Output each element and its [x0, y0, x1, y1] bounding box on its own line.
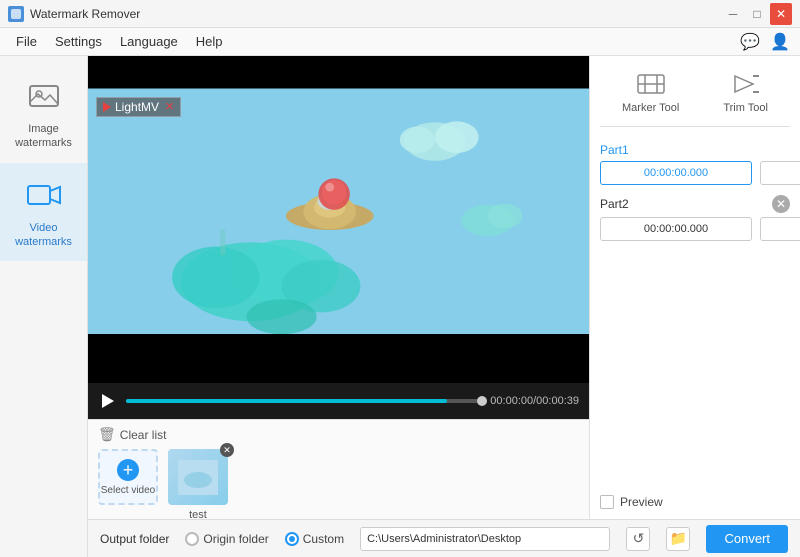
progress-thumb — [477, 396, 487, 406]
close-button[interactable]: ✕ — [770, 3, 792, 25]
menubar: File Settings Language Help 💬 👤 — [0, 28, 800, 56]
trash-icon: 🗑 — [98, 426, 116, 443]
video-thumbnail-test: ✕ test — [168, 449, 228, 505]
part1-name: Part1 — [600, 143, 629, 157]
watermark-text: LightMV — [115, 100, 159, 114]
titlebar-left: Watermark Remover — [8, 6, 140, 22]
custom-label: Custom — [303, 532, 344, 546]
video-thumb-close-button[interactable]: ✕ — [220, 443, 234, 457]
video-frame: LightMV ✕ — [88, 56, 589, 383]
play-icon — [102, 394, 114, 408]
clear-list-label: Clear list — [120, 428, 167, 442]
user-icon-button[interactable]: 👤 — [768, 30, 792, 54]
thumb-preview-svg — [178, 460, 218, 495]
sidebar-item-image-watermarks[interactable]: Image watermarks — [0, 64, 87, 163]
menu-language[interactable]: Language — [112, 30, 186, 53]
app-title: Watermark Remover — [30, 7, 140, 21]
output-folder-label: Output folder — [100, 532, 169, 546]
parts-list: Part1 Part2 ✕ — [600, 143, 790, 483]
part2-label: Part2 ✕ — [600, 195, 790, 213]
content-area: LightMV ✕ 00:00:00/00:00 — [88, 56, 800, 557]
menubar-items: File Settings Language Help — [8, 30, 231, 53]
menu-settings[interactable]: Settings — [47, 30, 110, 53]
video-section: LightMV ✕ 00:00:00/00:00 — [88, 56, 590, 519]
add-icon: + — [117, 459, 139, 481]
clear-list-button[interactable]: 🗑 Clear list — [98, 426, 166, 443]
files-row: + Select video — [98, 449, 579, 505]
preview-row: Preview — [600, 495, 790, 509]
watermark-play-icon — [103, 102, 111, 112]
image-watermarks-icon — [24, 76, 64, 116]
part-row-2: Part2 ✕ — [600, 195, 790, 241]
marker-tool-icon — [635, 70, 667, 98]
add-video-button[interactable]: + Select video — [98, 449, 158, 505]
part2-delete-button[interactable]: ✕ — [772, 195, 790, 213]
trim-tool-icon — [730, 70, 762, 98]
browse-button[interactable]: 📁 — [666, 527, 690, 551]
chat-icon-button[interactable]: 💬 — [738, 30, 762, 54]
app-icon — [8, 6, 24, 22]
main-layout: Image watermarks Video watermarks — [0, 56, 800, 557]
video-player: LightMV ✕ — [88, 56, 589, 383]
output-path-input[interactable] — [360, 527, 610, 551]
watermark-overlay: LightMV ✕ — [96, 97, 181, 117]
playback-controls: 00:00:00/00:00:39 — [88, 383, 589, 419]
progress-track[interactable] — [126, 399, 482, 403]
watermark-close-icon: ✕ — [165, 100, 174, 113]
tab-marker-tool[interactable]: Marker Tool — [610, 66, 691, 118]
minimize-button[interactable]: ─ — [722, 3, 744, 25]
trim-tool-label: Trim Tool — [723, 102, 768, 114]
clear-list-row: 🗑 Clear list — [98, 426, 579, 443]
video-thumb-preview — [168, 449, 228, 505]
sidebar-item-video-watermarks-label: Video watermarks — [8, 221, 79, 250]
preview-checkbox[interactable] — [600, 495, 614, 509]
part2-start-input[interactable] — [600, 217, 752, 241]
video-thumb-name: test — [168, 509, 228, 521]
window-controls: ─ □ ✕ — [722, 3, 792, 25]
preview-label: Preview — [620, 495, 663, 509]
origin-folder-label: Origin folder — [203, 532, 268, 546]
part-row-1: Part1 — [600, 143, 790, 185]
sidebar-item-image-watermarks-label: Image watermarks — [8, 122, 79, 151]
bottom-bar: Output folder Origin folder Custom ↺ 📁 C… — [88, 519, 800, 557]
time-display: 00:00:00/00:00:39 — [490, 395, 579, 407]
menubar-right: 💬 👤 — [738, 30, 792, 54]
part2-end-input[interactable] — [760, 217, 800, 241]
part1-start-input[interactable] — [600, 161, 752, 185]
part2-name: Part2 — [600, 197, 629, 211]
scene-background: LightMV ✕ — [88, 89, 589, 334]
file-list-area: 🗑 Clear list + Select video — [88, 419, 589, 519]
menu-file[interactable]: File — [8, 30, 45, 53]
marker-tool-label: Marker Tool — [622, 102, 679, 114]
custom-radio-group: Custom — [285, 532, 344, 546]
part1-times — [600, 161, 790, 185]
part1-label: Part1 — [600, 143, 790, 157]
add-video-label: Select video — [101, 485, 155, 496]
refresh-button[interactable]: ↺ — [626, 527, 650, 551]
play-button[interactable] — [98, 391, 118, 411]
part1-end-input[interactable] — [760, 161, 800, 185]
maximize-button[interactable]: □ — [746, 3, 768, 25]
tools-panel: Marker Tool Trim Tool — [590, 56, 800, 519]
origin-folder-radio-group: Origin folder — [185, 532, 268, 546]
custom-radio[interactable] — [285, 532, 299, 546]
sidebar-item-video-watermarks[interactable]: Video watermarks — [0, 163, 87, 262]
menu-help[interactable]: Help — [188, 30, 231, 53]
tools-tabs: Marker Tool Trim Tool — [600, 66, 790, 127]
origin-folder-radio[interactable] — [185, 532, 199, 546]
titlebar: Watermark Remover ─ □ ✕ — [0, 0, 800, 28]
video-watermarks-icon — [24, 175, 64, 215]
progress-fill — [126, 399, 447, 403]
video-tools-row: LightMV ✕ 00:00:00/00:00 — [88, 56, 800, 519]
tab-trim-tool[interactable]: Trim Tool — [711, 66, 780, 118]
sidebar: Image watermarks Video watermarks — [0, 56, 88, 557]
convert-button[interactable]: Convert — [706, 525, 788, 553]
scene-svg — [88, 89, 589, 334]
part2-times — [600, 217, 790, 241]
